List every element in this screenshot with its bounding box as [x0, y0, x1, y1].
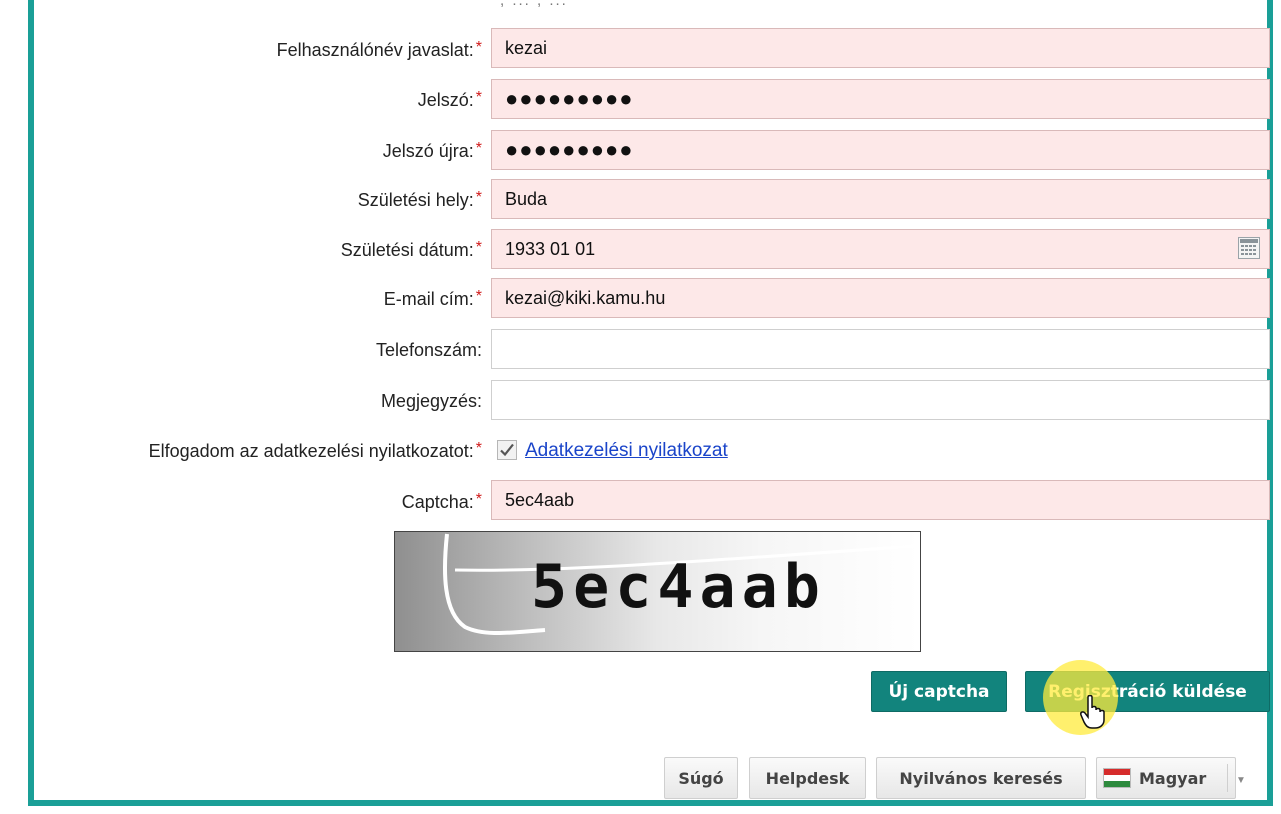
required-mark: *	[475, 189, 482, 206]
password-again-label: Jelszó újra: *	[383, 140, 482, 162]
required-mark: *	[475, 239, 482, 256]
help-button[interactable]: Súgó	[664, 757, 738, 799]
required-mark: *	[475, 440, 482, 457]
consent-label: Elfogadom az adatkezelési nyilatkozatot:…	[149, 440, 482, 462]
email-input[interactable]	[491, 278, 1270, 318]
required-mark: *	[475, 288, 482, 305]
consent-checkbox[interactable]	[497, 440, 517, 460]
captcha-image: 5ec4aab	[394, 531, 921, 652]
password-again-label-text: Jelszó újra:	[382, 141, 474, 161]
captcha-image-text: 5ec4aab	[531, 552, 826, 622]
new-captcha-button[interactable]: Új captcha	[871, 671, 1007, 712]
required-mark: *	[475, 140, 482, 157]
language-divider	[1227, 764, 1228, 792]
username-label-text: Felhasználónév javaslat:	[276, 40, 474, 60]
birth-place-label: Születési hely: *	[358, 189, 482, 211]
username-input[interactable]	[491, 28, 1270, 68]
helpdesk-button[interactable]: Helpdesk	[749, 757, 866, 799]
language-label: Magyar	[1139, 768, 1207, 788]
birth-date-label: Születési dátum: *	[341, 239, 482, 261]
username-label: Felhasználónév javaslat: *	[277, 39, 482, 61]
captcha-label-text: Captcha:	[401, 492, 474, 512]
checkmark-icon	[500, 443, 514, 457]
required-mark: *	[475, 39, 482, 56]
required-mark: *	[475, 89, 482, 106]
language-select[interactable]: Magyar	[1096, 757, 1236, 799]
birth-place-input[interactable]	[491, 179, 1270, 219]
password-input[interactable]	[491, 79, 1270, 119]
email-label: E-mail cím: *	[384, 288, 482, 310]
birth-place-label-text: Születési hely:	[357, 190, 474, 210]
phone-label: Telefonszám:	[375, 340, 482, 360]
phone-input[interactable]	[491, 329, 1270, 369]
chevron-down-icon[interactable]: ▼	[1236, 775, 1246, 786]
privacy-policy-link[interactable]: Adatkezelési nyilatkozat	[525, 440, 728, 462]
public-search-button[interactable]: Nyilvános keresés	[876, 757, 1086, 799]
calendar-icon[interactable]	[1238, 237, 1260, 259]
note-label: Megjegyzés:	[380, 391, 482, 411]
password-label: Jelszó: *	[418, 89, 482, 111]
clipped-text: , ... , ...	[500, 0, 568, 9]
hungarian-flag-icon	[1103, 768, 1131, 788]
email-label-text: E-mail cím:	[383, 289, 474, 309]
captcha-label: Captcha: *	[402, 491, 482, 513]
password-again-input[interactable]	[491, 130, 1270, 170]
captcha-input[interactable]	[491, 480, 1270, 520]
password-label-text: Jelszó:	[417, 90, 474, 110]
hand-pointer-icon	[1080, 694, 1106, 734]
required-mark: *	[475, 491, 482, 508]
birth-date-input[interactable]	[491, 229, 1270, 269]
consent-label-text: Elfogadom az adatkezelési nyilatkozatot:	[148, 441, 474, 461]
birth-date-label-text: Születési dátum:	[340, 240, 474, 260]
note-input[interactable]	[491, 380, 1270, 420]
